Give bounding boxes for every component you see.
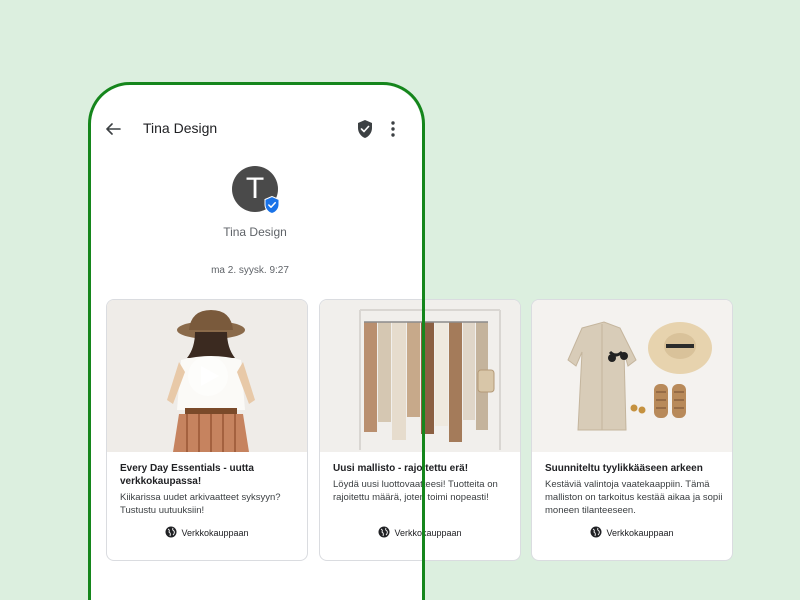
rich-card[interactable]: Every Day Essentials - uutta verkkokaupa… [106,299,308,561]
globe-icon [590,526,602,538]
card-link-label: Verkkokauppaan [394,528,462,538]
card-title: Suunniteltu tyylikkääseen arkeen [545,463,703,474]
card-link-label: Verkkokauppaan [606,528,674,538]
rich-card[interactable]: Suunniteltu tyylikkääseen arkeen Kestävi… [531,299,733,561]
globe-icon [378,526,390,538]
verified-badge-icon [264,196,280,214]
rich-card[interactable]: Uusi mallisto - rajoitettu erä! Löydä uu… [319,299,521,561]
card-description: Kestäviä valintoja vaatekaappiin. Tämä m… [545,479,723,516]
card-image-clothing-rack [320,300,520,452]
card-action-link[interactable]: Verkkokauppaan [532,526,732,538]
app-bar: Tina Design [90,110,422,150]
globe-icon [165,526,177,538]
card-link-label: Verkkokauppaan [181,528,249,538]
card-action-link[interactable]: Verkkokauppaan [107,526,307,538]
card-action-link[interactable]: Verkkokauppaan [320,526,520,538]
card-title: Uusi mallisto - rajoitettu erä! [333,463,469,474]
verified-shield-icon[interactable] [356,119,374,139]
card-title: Every Day Essentials - uutta verkkokaupa… [120,463,254,487]
conversation-title: Tina Design [143,120,218,136]
message-timestamp: ma 2. syysk. 9:27 [211,265,289,276]
back-arrow-icon[interactable] [104,120,122,138]
more-options-icon[interactable] [386,119,400,139]
card-description: Kiikarissa uudet arkivaatteet syksyyn? T… [120,492,281,516]
card-image-woman-outfit [107,300,307,452]
card-image-flatlay-outfit [532,300,732,452]
card-description: Löydä uusi luottovaatteesi! Tuotteita on… [333,479,498,503]
sender-name: Tina Design [223,225,287,239]
